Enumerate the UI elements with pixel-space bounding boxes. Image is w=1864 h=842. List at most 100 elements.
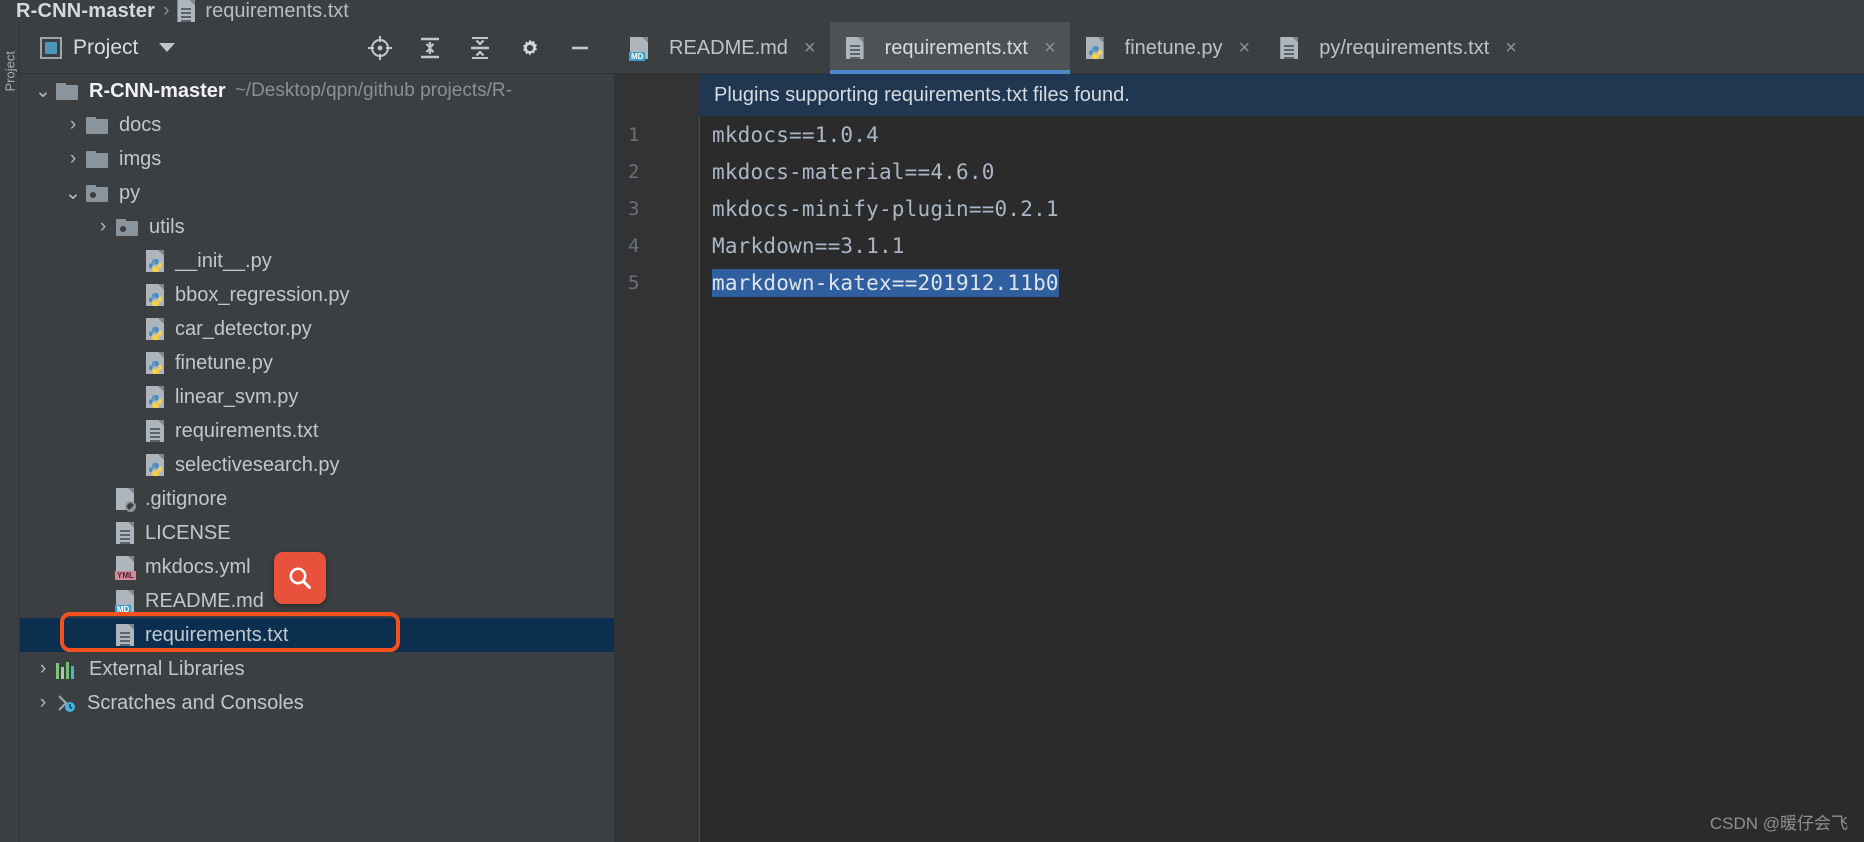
project-panel-header: Project bbox=[20, 22, 614, 74]
yml-file-icon: YML bbox=[115, 556, 136, 580]
breadcrumb-file[interactable]: requirements.txt bbox=[205, 0, 348, 22]
code-line[interactable]: mkdocs-minify-plugin==0.2.1 bbox=[700, 190, 1864, 227]
project-tree[interactable]: ⌄ R-CNN-master ~/Desktop/qpn/github projec… bbox=[20, 74, 614, 842]
tree-item-gitignore[interactable]: · .gitignore bbox=[20, 482, 614, 516]
tree-item-label: selectivesearch.py bbox=[175, 453, 340, 476]
tree-item-label: __init__.py bbox=[175, 249, 272, 272]
breadcrumb-project[interactable]: R-CNN-master bbox=[16, 0, 155, 22]
editor-tab-finetune-py[interactable]: finetune.py × bbox=[1070, 22, 1265, 74]
tree-item-requirements-txt[interactable]: · requirements.txt bbox=[20, 414, 614, 448]
chevron-right-icon[interactable]: › bbox=[60, 148, 86, 170]
tree-item-label: R-CNN-master bbox=[89, 79, 226, 102]
tree-item-bbox-regression-py[interactable]: · bbox_regression.py bbox=[20, 278, 614, 312]
folder-icon bbox=[86, 150, 108, 168]
chevron-down-icon[interactable]: ⌄ bbox=[60, 182, 86, 205]
line-number: 3 bbox=[628, 197, 640, 220]
markdown-file-icon: MD bbox=[629, 37, 648, 61]
editor-code-content[interactable]: mkdocs==1.0.4 mkdocs-material==4.6.0 mkdoc… bbox=[700, 116, 1864, 842]
python-file-icon bbox=[146, 284, 164, 307]
txt-file-icon bbox=[116, 522, 134, 544]
tree-item-utils[interactable]: › utils bbox=[20, 210, 614, 244]
code-line[interactable]: markdown-katex==201912.11b0 bbox=[700, 264, 1864, 301]
editor-tab-py-requirements-txt[interactable]: py/requirements.txt × bbox=[1264, 22, 1531, 74]
tree-item-r-cnn-master[interactable]: ⌄ R-CNN-master ~/Desktop/qpn/github projec… bbox=[20, 74, 614, 108]
breadcrumb: R-CNN-master › requirements.txt bbox=[0, 0, 1864, 22]
editor-tab-requirements-txt[interactable]: requirements.txt × bbox=[829, 22, 1070, 74]
tree-indent-spacer: · bbox=[120, 284, 146, 306]
notification-text: Plugins supporting requirements.txt file… bbox=[714, 83, 1130, 106]
breadcrumb-separator: › bbox=[163, 0, 170, 21]
tree-item-label: bbox_regression.py bbox=[175, 283, 350, 306]
locate-in-tree-icon[interactable] bbox=[366, 34, 394, 62]
project-title-group[interactable]: Project bbox=[40, 35, 176, 60]
tree-item-label: docs bbox=[119, 113, 162, 136]
code-line[interactable]: mkdocs==1.0.4 bbox=[700, 116, 1864, 153]
chevron-down-icon[interactable] bbox=[159, 43, 176, 52]
txt-file-icon bbox=[845, 37, 864, 59]
search-icon-badge[interactable] bbox=[274, 552, 326, 604]
external-libraries-icon bbox=[56, 659, 78, 679]
tree-item-label: LICENSE bbox=[145, 521, 231, 544]
tree-item-scratches-and-consoles[interactable]: › Scratches and Consoles bbox=[20, 686, 614, 720]
tree-item-car-detector-py[interactable]: · car_detector.py bbox=[20, 312, 614, 346]
python-file-icon bbox=[146, 352, 164, 375]
tree-item-selectivesearch-py[interactable]: · selectivesearch.py bbox=[20, 448, 614, 482]
tree-item-requirements-txt[interactable]: · requirements.txt bbox=[20, 618, 614, 652]
chevron-right-icon[interactable]: › bbox=[30, 692, 56, 714]
python-logo-icon bbox=[148, 360, 163, 375]
tree-item-external-libraries[interactable]: › External Libraries bbox=[20, 652, 614, 686]
editor-tab-label: requirements.txt bbox=[884, 36, 1028, 59]
python-file-icon bbox=[146, 454, 164, 477]
txt-file-icon bbox=[116, 624, 134, 646]
close-icon[interactable]: × bbox=[1505, 38, 1517, 58]
tree-indent-spacer: · bbox=[90, 590, 116, 612]
line-number: 5 bbox=[628, 271, 640, 294]
python-logo-icon bbox=[148, 292, 163, 307]
chevron-right-icon[interactable]: › bbox=[30, 658, 56, 680]
expand-all-icon[interactable] bbox=[416, 34, 444, 62]
editor-line-numbers: 1 2 3 4 5 bbox=[614, 116, 700, 842]
collapse-all-icon[interactable] bbox=[466, 34, 494, 62]
python-file-icon bbox=[146, 386, 164, 409]
editor-area: MD README.md × requirements.txt × finetune.py… bbox=[614, 22, 1864, 842]
python-logo-icon bbox=[148, 394, 163, 409]
close-icon[interactable]: × bbox=[1044, 38, 1056, 58]
tree-item-finetune-py[interactable]: · finetune.py bbox=[20, 346, 614, 380]
tree-item-init-py[interactable]: · __init__.py bbox=[20, 244, 614, 278]
code-text: Markdown==3.1.1 bbox=[712, 233, 905, 258]
tree-item-label: utils bbox=[149, 215, 185, 238]
gear-icon[interactable] bbox=[516, 34, 544, 62]
tree-indent-spacer: · bbox=[120, 250, 146, 272]
line-number: 2 bbox=[628, 160, 640, 183]
project-panel-title: Project bbox=[73, 35, 139, 59]
editor-tab-readme-md[interactable]: MD README.md × bbox=[614, 22, 830, 74]
code-line[interactable]: mkdocs-material==4.6.0 bbox=[700, 153, 1864, 190]
minimize-icon[interactable] bbox=[566, 34, 594, 62]
code-line[interactable]: Markdown==3.1.1 bbox=[700, 227, 1864, 264]
markdown-file-icon: MD bbox=[115, 590, 134, 614]
tree-item-license[interactable]: · LICENSE bbox=[20, 516, 614, 550]
close-icon[interactable]: × bbox=[1239, 38, 1251, 58]
chevron-right-icon[interactable]: › bbox=[60, 114, 86, 136]
tree-item-docs[interactable]: › docs bbox=[20, 108, 614, 142]
tree-item-py[interactable]: ⌄ py bbox=[20, 176, 614, 210]
editor-tab-label: finetune.py bbox=[1124, 36, 1223, 59]
tree-item-label: README.md bbox=[145, 589, 264, 612]
tree-item-label: car_detector.py bbox=[175, 317, 312, 340]
tree-item-label: mkdocs.yml bbox=[145, 555, 251, 578]
chevron-down-icon[interactable]: ⌄ bbox=[30, 80, 56, 103]
plugins-notification-banner[interactable]: Plugins supporting requirements.txt file… bbox=[700, 74, 1864, 116]
chevron-right-icon[interactable]: › bbox=[90, 216, 116, 238]
project-tool-stripe[interactable]: Project bbox=[0, 22, 20, 842]
tree-item-imgs[interactable]: › imgs bbox=[20, 142, 614, 176]
line-number: 1 bbox=[628, 123, 640, 146]
python-logo-icon bbox=[148, 326, 163, 341]
python-logo-icon bbox=[1088, 45, 1102, 60]
gitignore-file-icon bbox=[116, 488, 136, 512]
tree-item-linear-svm-py[interactable]: · linear_svm.py bbox=[20, 380, 614, 414]
code-text: mkdocs==1.0.4 bbox=[712, 122, 879, 147]
python-file-icon bbox=[146, 250, 164, 273]
magnifier-icon bbox=[289, 567, 311, 589]
editor-tab-label: README.md bbox=[669, 36, 788, 59]
close-icon[interactable]: × bbox=[804, 38, 816, 58]
